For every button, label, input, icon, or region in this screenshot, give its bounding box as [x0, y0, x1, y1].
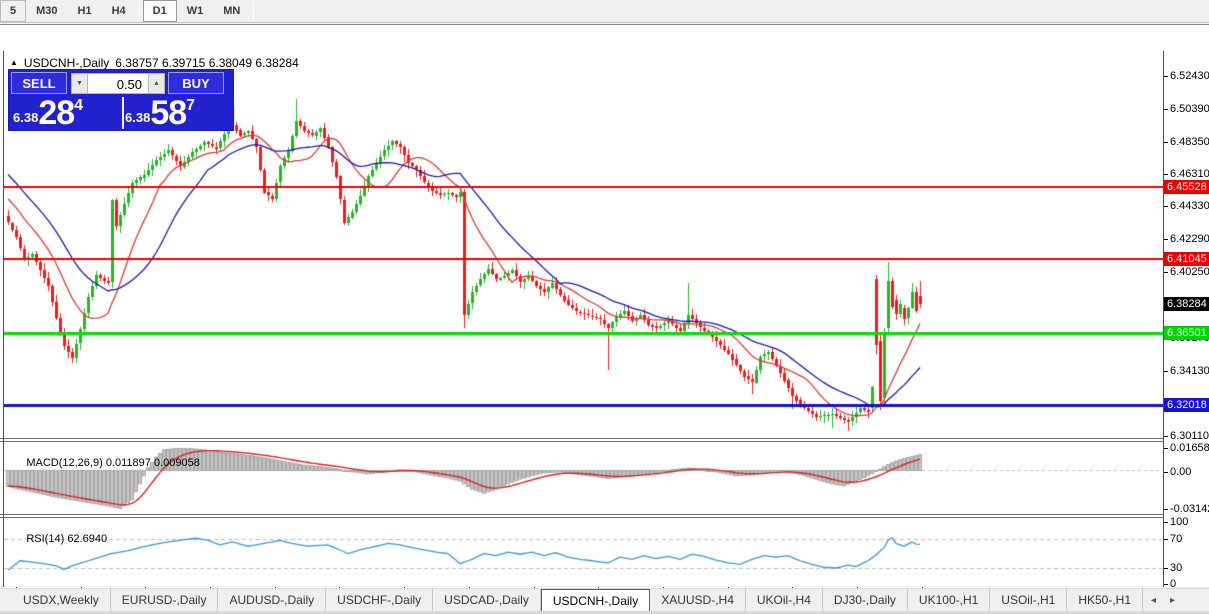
macd-tick-label: 0.00	[1170, 466, 1191, 478]
price-divider	[122, 97, 124, 129]
sell-price[interactable]: 6.38 28 4	[13, 96, 121, 130]
toolbar-separator	[139, 2, 140, 20]
price-tick-label: 6.40250	[1170, 266, 1209, 278]
tab-usdx-weekly[interactable]: USDX,Weekly	[12, 589, 111, 611]
tab-ukoil-h4[interactable]: UKOil-,H4	[746, 589, 823, 611]
trading-terminal: 5M30H1H4 D1W1MN ▲ USDCNH-,Daily 6.38757 6…	[0, 0, 1209, 614]
tab-eurusd-daily[interactable]: EURUSD-,Daily	[111, 589, 219, 611]
price-level-badge: 6.45528	[1164, 180, 1209, 194]
buy-price[interactable]: 6.38 58 7	[125, 96, 233, 130]
timeframe-button-h1[interactable]: H1	[68, 0, 102, 22]
tab-scroll-arrows: ◂▸	[1151, 589, 1175, 611]
symbol-tab-bar: USDX,WeeklyEURUSD-,DailyAUDUSD-,DailyUSD…	[0, 588, 1209, 611]
price-level-badge: 6.41045	[1164, 252, 1209, 266]
ohlc-values: 6.38757 6.39715 6.38049 6.38284	[115, 56, 299, 70]
price-tick-dash	[1164, 272, 1168, 273]
price-tick-dash	[1164, 371, 1168, 372]
toolbar-separator	[253, 2, 254, 20]
tab-audusd-daily[interactable]: AUDUSD-,Daily	[218, 589, 326, 611]
rsi-tick-dash	[1164, 584, 1168, 585]
macd-tick-dash	[1164, 509, 1168, 510]
price-tick-label: 6.42290	[1170, 233, 1209, 245]
sell-button[interactable]: SELL	[11, 72, 67, 94]
tab-usdcnh-daily[interactable]: USDCNH-,Daily	[541, 589, 650, 611]
tab-usdchf-daily[interactable]: USDCHF-,Daily	[326, 589, 433, 611]
buy-price-big: 58	[150, 98, 186, 128]
price-tick-dash	[1164, 239, 1168, 240]
rsi-tick-label: 30	[1170, 562, 1182, 574]
tab-usoil-h1[interactable]: USOil-,H1	[990, 589, 1067, 611]
buy-price-prefix: 6.38	[125, 110, 150, 125]
macd-label: MACD(12,26,9) 0.011897 0.009058	[8, 445, 200, 481]
chart-title: ▲ USDCNH-,Daily 6.38757 6.39715 6.38049 …	[10, 56, 299, 70]
timeframe-button-w1[interactable]: W1	[177, 0, 214, 22]
volume-increment-button[interactable]: ▲	[148, 73, 165, 94]
tab-uk100-h1[interactable]: UK100-,H1	[908, 589, 990, 611]
buy-button[interactable]: BUY	[168, 72, 224, 94]
price-tick-dash	[1164, 436, 1168, 437]
buy-price-superscript: 7	[186, 97, 195, 115]
tab-xauusd-h4[interactable]: XAUUSD-,H4	[650, 589, 746, 611]
symbol-timeframe-label: USDCNH-,Daily	[24, 56, 109, 70]
price-macd-separator[interactable]	[0, 438, 1209, 442]
rsi-tick-dash	[1164, 539, 1168, 540]
timeframe-button-m30[interactable]: M30	[26, 0, 67, 22]
one-click-trade-panel: SELL ▼ 0.50 ▲ BUY 6.38 28 4 6.38 58 7	[8, 69, 234, 131]
volume-input[interactable]: 0.50	[88, 73, 148, 94]
rsi-tick-label: 0	[1170, 578, 1176, 590]
macd-tick-label: 0.016586	[1170, 442, 1209, 454]
price-tick-label: 6.34130	[1170, 365, 1209, 377]
sell-price-big: 28	[38, 98, 74, 128]
price-tick-dash	[1164, 142, 1168, 143]
price-level-badge: 6.38284	[1164, 297, 1209, 311]
macd-tick-dash	[1164, 448, 1168, 449]
timeframe-button-h4[interactable]: H4	[102, 0, 136, 22]
price-tick-label: 6.52430	[1170, 70, 1209, 82]
macd-rsi-separator[interactable]	[0, 514, 1209, 518]
price-tick-label: 6.50390	[1170, 103, 1209, 115]
price-tick-dash	[1164, 109, 1168, 110]
tab-usdcad-daily[interactable]: USDCAD-,Daily	[433, 589, 541, 611]
timeframe-button-5[interactable]: 5	[0, 0, 26, 22]
price-tick-dash	[1164, 174, 1168, 175]
macd-tick-label: -0.031421	[1170, 503, 1209, 515]
chart-left-border	[3, 51, 4, 587]
tab-dj30-daily[interactable]: DJ30-,Daily	[823, 589, 908, 611]
price-axis[interactable]: 6.52430 6.50390 6.48350 6.46310 6.44330 6.422…	[1164, 51, 1209, 587]
macd-tick-dash	[1164, 472, 1168, 473]
volume-decrement-button[interactable]: ▼	[71, 73, 88, 94]
chart-window: ▲ USDCNH-,Daily 6.38757 6.39715 6.38049 …	[0, 24, 1209, 586]
tab-scroll-left-icon[interactable]: ◂	[1151, 595, 1156, 606]
sell-price-superscript: 4	[74, 97, 83, 115]
price-tick-label: 6.46310	[1170, 168, 1209, 180]
price-tick-dash	[1164, 206, 1168, 207]
rsi-tick-dash	[1164, 568, 1168, 569]
price-tick-label: 6.30110	[1170, 430, 1209, 442]
price-tick-label: 6.48350	[1170, 136, 1209, 148]
rsi-tick-label: 70	[1170, 533, 1182, 545]
timeframe-toolbar: 5M30H1H4 D1W1MN	[0, 0, 1209, 23]
rsi-chart-canvas[interactable]	[4, 518, 1163, 585]
collapse-triangle-icon[interactable]: ▲	[10, 58, 18, 67]
timeframe-button-d1[interactable]: D1	[143, 0, 177, 22]
rsi-label: RSI(14) 62.6940	[8, 521, 107, 557]
timeframe-button-mn[interactable]: MN	[213, 0, 250, 22]
axis-left-border	[1163, 51, 1164, 587]
tab-scroll-right-icon[interactable]: ▸	[1170, 595, 1175, 606]
tab-hk50-h1[interactable]: HK50-,H1	[1067, 589, 1143, 611]
price-level-badge: 6.36501	[1164, 326, 1209, 340]
rsi-tick-dash	[1164, 522, 1168, 523]
price-tick-dash	[1164, 76, 1168, 77]
sell-price-prefix: 6.38	[13, 110, 38, 125]
price-level-badge: 6.32018	[1164, 398, 1209, 412]
price-tick-label: 6.44330	[1170, 200, 1209, 212]
rsi-tick-label: 100	[1170, 516, 1188, 528]
